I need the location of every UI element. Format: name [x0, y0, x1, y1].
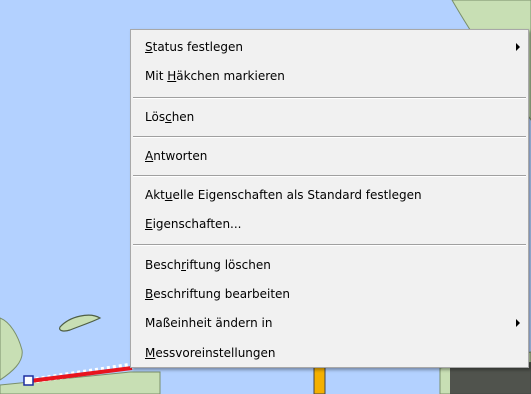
menu-separator — [133, 175, 526, 177]
menu-item-messvoreinstellungen[interactable]: Messvoreinstellungen — [131, 341, 528, 365]
menu-item-label: Beschriftung bearbeiten — [145, 287, 291, 301]
menu-separator — [133, 97, 526, 99]
menu-item-status-festlegen[interactable]: Status festlegen — [131, 35, 528, 59]
menu-item-haekchen-markieren[interactable]: Mit Häkchen markieren — [131, 64, 528, 88]
menu-item-label: Antworten — [145, 149, 208, 163]
menu-item-label: Eigenschaften... — [145, 217, 242, 231]
menu-item-masseinheit-aendern[interactable]: Maßeinheit ändern in — [131, 311, 528, 335]
submenu-arrow-icon — [516, 43, 520, 51]
menu-item-label: Löschen — [145, 110, 195, 124]
context-menu: Status festlegen Mit Häkchen markieren Lös… — [130, 29, 529, 368]
menu-separator — [133, 136, 526, 138]
menu-item-label: Status festlegen — [145, 40, 243, 54]
menu-item-beschriftung-bearbeiten[interactable]: Beschriftung bearbeiten — [131, 282, 528, 306]
route-start-handle[interactable] — [23, 375, 34, 386]
menu-item-loeschen[interactable]: Löschen — [131, 105, 528, 129]
menu-item-beschriftung-loeschen[interactable]: Beschriftung löschen — [131, 253, 528, 277]
menu-item-label: Mit Häkchen markieren — [145, 69, 285, 83]
menu-item-label: Maßeinheit ändern in — [145, 316, 273, 330]
menu-separator — [133, 244, 526, 246]
menu-item-antworten[interactable]: Antworten — [131, 144, 528, 168]
menu-item-label: Beschriftung löschen — [145, 258, 271, 272]
road-vertical — [313, 365, 326, 394]
menu-item-eigenschaften[interactable]: Eigenschaften... — [131, 212, 528, 236]
submenu-arrow-icon — [516, 319, 520, 327]
menu-item-standard-festlegen[interactable]: Aktuelle Eigenschaften als Standard fest… — [131, 183, 528, 207]
menu-item-label: Aktuelle Eigenschaften als Standard fest… — [145, 188, 422, 202]
menu-item-label: Messvoreinstellungen — [145, 346, 276, 360]
